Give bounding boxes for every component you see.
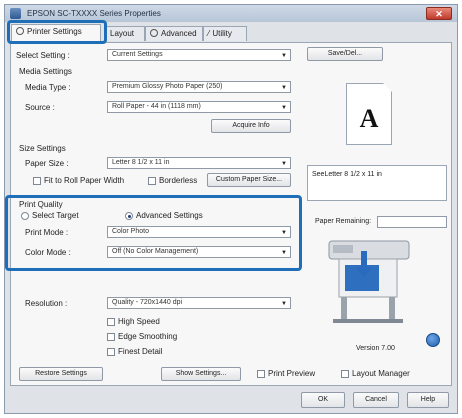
- chevron-down-icon: ▼: [281, 53, 287, 59]
- custom-paper-size-button[interactable]: Custom Paper Size...: [207, 173, 291, 187]
- media-type-dropdown[interactable]: Premium Glossy Photo Paper (250) ▼: [107, 81, 291, 93]
- paper-size-info-text: SeeLetter 8 1/2 x 11 in: [312, 171, 382, 178]
- printer-leg-left: [341, 297, 347, 321]
- version-label: Version 7.00: [356, 345, 395, 352]
- media-type-value: Premium Glossy Photo Paper (250): [112, 83, 223, 90]
- source-label: Source :: [25, 103, 55, 112]
- printer-settings-tab-highlight: [7, 20, 107, 44]
- edge-smoothing-checkbox[interactable]: [107, 333, 115, 341]
- high-speed-label: High Speed: [118, 317, 160, 326]
- finest-detail-label: Finest Detail: [118, 347, 163, 356]
- edge-smoothing-label: Edge Smoothing: [118, 332, 178, 341]
- help-info-icon[interactable]: [426, 333, 440, 347]
- printer-leg-right: [389, 297, 395, 321]
- select-setting-dropdown[interactable]: Current Settings ▼: [107, 49, 291, 61]
- paper-size-dropdown[interactable]: Letter 8 1/2 x 11 in ▼: [107, 157, 291, 169]
- window-title: EPSON SC-TXXXX Series Properties: [27, 9, 161, 18]
- close-button[interactable]: ✕: [426, 7, 452, 20]
- media-type-label: Media Type :: [25, 83, 71, 92]
- chevron-down-icon: ▼: [281, 161, 287, 167]
- layout-manager-checkbox[interactable]: [341, 370, 349, 378]
- size-settings-group-label: Size Settings: [19, 144, 66, 153]
- advanced-tab-icon: [150, 29, 158, 37]
- restore-settings-button[interactable]: Restore Settings: [19, 367, 103, 381]
- chevron-down-icon: ▼: [281, 85, 287, 91]
- tab-layout[interactable]: Layout: [105, 26, 145, 41]
- page-corner-fold: [383, 83, 392, 92]
- tab-advanced[interactable]: Advanced: [145, 26, 203, 41]
- ok-button[interactable]: OK: [301, 392, 345, 408]
- utility-tab-icon: ⁄: [208, 29, 210, 38]
- select-setting-label: Select Setting :: [16, 51, 70, 60]
- help-button[interactable]: Help: [407, 392, 449, 408]
- fit-to-roll-label: Fit to Roll Paper Width: [44, 176, 125, 185]
- chevron-down-icon: ▼: [281, 301, 287, 307]
- media-settings-group-label: Media Settings: [19, 67, 72, 76]
- show-settings-button[interactable]: Show Settings...: [161, 367, 241, 381]
- cancel-button[interactable]: Cancel: [353, 392, 399, 408]
- chevron-down-icon: ▼: [281, 105, 287, 111]
- tab-utility[interactable]: ⁄ Utility: [203, 26, 247, 41]
- save-del-button[interactable]: Save/Del...: [307, 47, 383, 61]
- source-dropdown[interactable]: Roll Paper - 44 in (1118 mm) ▼: [107, 101, 291, 113]
- fit-to-roll-checkbox[interactable]: [33, 177, 41, 185]
- resolution-value: Quality - 720x1440 dpi: [112, 299, 183, 306]
- printer-base: [333, 319, 403, 323]
- letter-a-glyph: A: [359, 104, 379, 133]
- paper-remaining-label: Paper Remaining:: [315, 218, 372, 225]
- paper-size-value: Letter 8 1/2 x 11 in: [112, 159, 170, 166]
- resolution-dropdown[interactable]: Quality - 720x1440 dpi ▼: [107, 297, 291, 309]
- tab-label: Advanced: [161, 29, 197, 38]
- paper-size-info-box: SeeLetter 8 1/2 x 11 in: [307, 165, 447, 201]
- layout-manager-label: Layout Manager: [352, 369, 410, 378]
- paper-preview: A: [346, 83, 392, 145]
- tab-label: Layout: [110, 29, 135, 38]
- print-preview-checkbox[interactable]: [257, 370, 265, 378]
- printer-illustration: [328, 240, 410, 323]
- select-setting-value: Current Settings: [112, 51, 163, 58]
- resolution-label: Resolution :: [25, 299, 68, 308]
- printer-panel: [333, 245, 353, 253]
- source-value: Roll Paper - 44 in (1118 mm): [112, 103, 201, 110]
- acquire-info-button[interactable]: Acquire Info: [211, 119, 291, 133]
- paper-size-label: Paper Size :: [25, 159, 69, 168]
- borderless-label: Borderless: [159, 176, 198, 185]
- print-preview-label: Print Preview: [268, 369, 316, 378]
- paper-remaining-field: [377, 216, 447, 228]
- borderless-checkbox[interactable]: [148, 177, 156, 185]
- print-quality-highlight: [5, 195, 302, 271]
- finest-detail-checkbox[interactable]: [107, 348, 115, 356]
- tab-label: Utility: [212, 29, 232, 38]
- high-speed-checkbox[interactable]: [107, 318, 115, 326]
- printer-app-icon: [10, 8, 21, 19]
